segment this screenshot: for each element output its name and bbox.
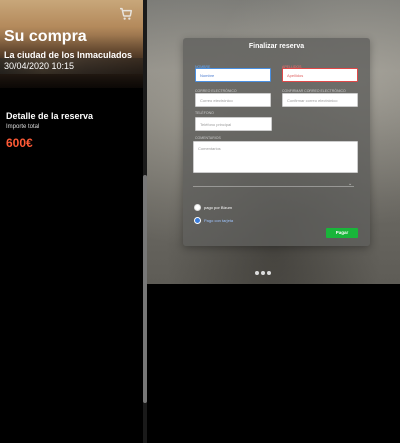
pagination-dots xyxy=(255,271,271,275)
movie-title: La ciudad de los Inmaculados xyxy=(4,50,133,60)
email-input[interactable]: Correo electrónico xyxy=(195,93,271,107)
form-divider xyxy=(193,186,354,187)
purchase-panel: Su compra La ciudad de los Inmaculados 3… xyxy=(0,0,143,443)
reservation-detail-heading: Detalle de la reserva xyxy=(6,111,94,121)
pay-button[interactable]: Pagar xyxy=(326,228,358,238)
pagination-dot[interactable] xyxy=(261,271,265,275)
pagination-dot[interactable] xyxy=(267,271,271,275)
email-placeholder: Correo electrónico xyxy=(200,98,233,103)
name-placeholder: Nombre xyxy=(200,73,215,78)
session-datetime: 30/04/2020 10:15 xyxy=(4,61,75,71)
form-title: Finalizar reserva xyxy=(248,43,305,50)
payment-option-bizum-label: pago por Bizum xyxy=(204,205,233,210)
chevron-down-icon[interactable]: ⌄ xyxy=(348,181,352,187)
shopping-cart-icon[interactable] xyxy=(118,6,134,22)
payment-radio-bizum[interactable] xyxy=(194,204,201,211)
phone-label: TELÉFONO xyxy=(195,111,214,115)
purchase-title: Su compra xyxy=(4,28,87,45)
surname-placeholder: Apellidos xyxy=(287,73,304,78)
total-amount-value: 600€ xyxy=(6,136,33,150)
movie-hero-image: Su compra La ciudad de los Inmaculados 3… xyxy=(0,0,143,88)
total-amount-label: Importe total xyxy=(6,124,40,130)
comments-label: COMENTARIOS xyxy=(195,136,221,140)
phone-input[interactable]: Teléfono principal xyxy=(195,117,272,131)
name-input[interactable]: Nombre xyxy=(195,68,271,82)
app-root: Su compra La ciudad de los Inmaculados 3… xyxy=(0,0,400,443)
comments-textarea[interactable]: Comentarios xyxy=(193,141,358,173)
payment-option-card-label: Pago con tarjeta xyxy=(204,218,234,223)
payment-radio-card[interactable] xyxy=(194,217,201,224)
confirm-email-placeholder: Confirmar correo electrónico xyxy=(287,98,338,103)
confirm-email-input[interactable]: Confirmar correo electrónico xyxy=(282,93,358,107)
empty-area xyxy=(147,284,400,443)
pagination-dot[interactable] xyxy=(255,271,259,275)
phone-placeholder: Teléfono principal xyxy=(200,122,232,127)
surname-input[interactable]: Apellidos xyxy=(282,68,358,82)
comments-placeholder: Comentarios xyxy=(198,146,221,151)
